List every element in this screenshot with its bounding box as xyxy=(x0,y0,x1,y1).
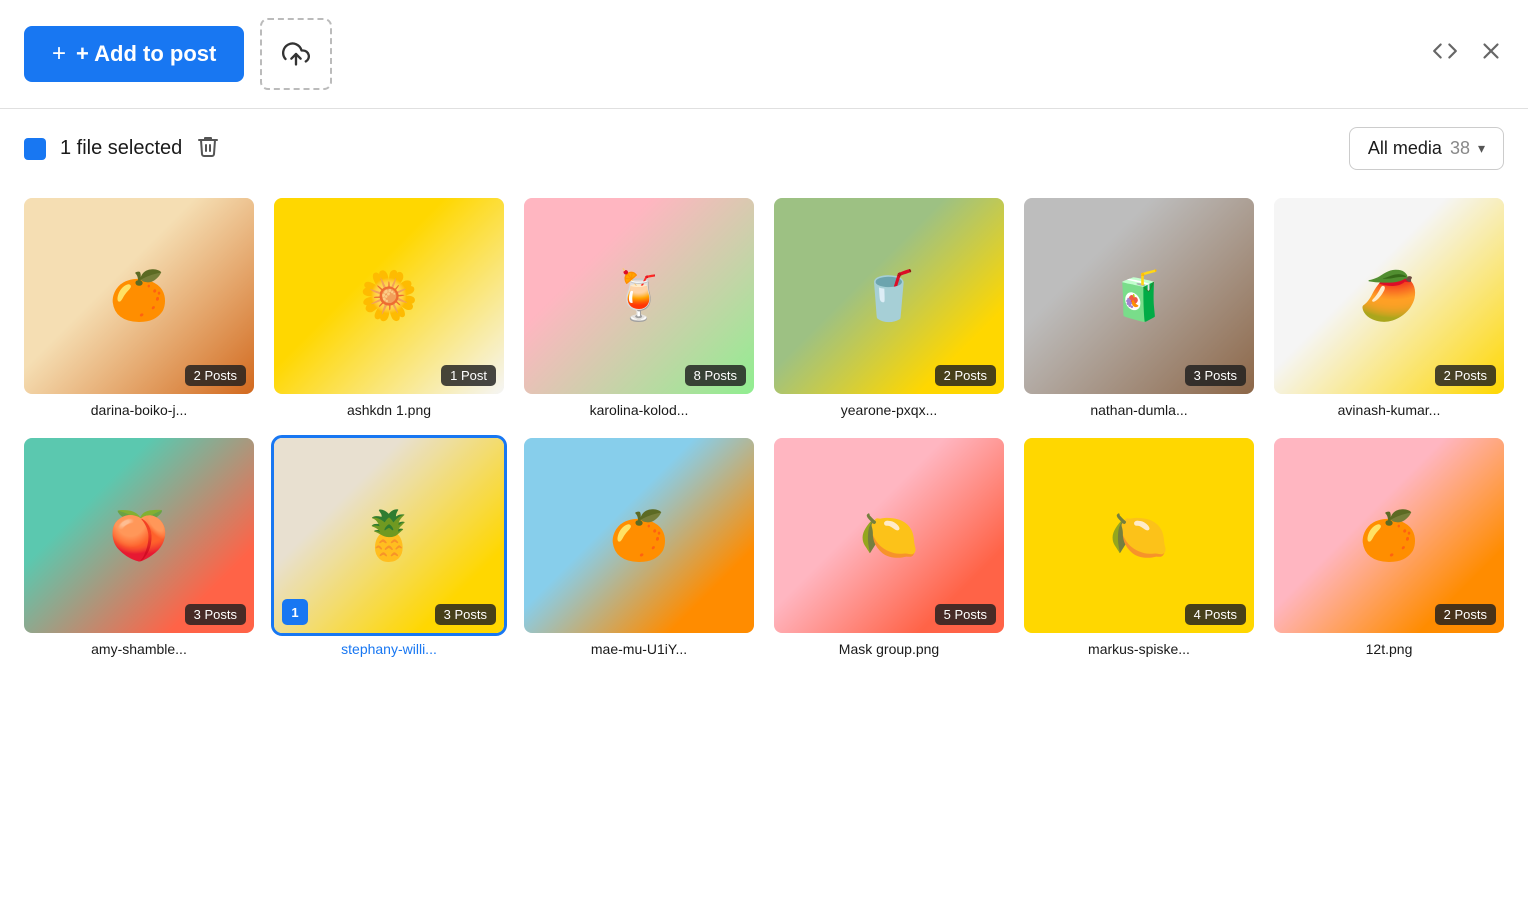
upload-button[interactable] xyxy=(260,18,332,90)
post-badge-yearone: 2 Posts xyxy=(935,365,996,386)
upload-icon xyxy=(282,40,310,68)
media-name-yearone: yearone-pxqx... xyxy=(774,402,1004,418)
thumb-image-mae: 🍊 xyxy=(524,438,754,634)
media-thumb-nathan[interactable]: 🧃3 Posts xyxy=(1024,198,1254,394)
trash-icon xyxy=(196,134,220,158)
media-dropdown[interactable]: All media 38 ▾ xyxy=(1349,127,1504,170)
media-name-mae: mae-mu-U1iY... xyxy=(524,641,754,657)
media-thumb-amy[interactable]: 🍑3 Posts xyxy=(24,438,254,634)
post-badge-mask: 5 Posts xyxy=(935,604,996,625)
media-name-nathan: nathan-dumla... xyxy=(1024,402,1254,418)
media-item-yearone[interactable]: 🥤2 Posts yearone-pxqx... xyxy=(774,198,1004,418)
close-icon xyxy=(1478,38,1504,64)
media-item-nathan[interactable]: 🧃3 Posts nathan-dumla... xyxy=(1024,198,1254,418)
media-item-avinash[interactable]: 🥭2 Posts avinash-kumar... xyxy=(1274,198,1504,418)
post-badge-karolina: 8 Posts xyxy=(685,365,746,386)
post-badge-12t: 2 Posts xyxy=(1435,604,1496,625)
header-actions xyxy=(1432,38,1504,70)
media-name-amy: amy-shamble... xyxy=(24,641,254,657)
media-thumb-12t[interactable]: 🍊2 Posts xyxy=(1274,438,1504,634)
media-name-12t: 12t.png xyxy=(1274,641,1504,657)
media-item-mae[interactable]: 🍊 mae-mu-U1iY... xyxy=(524,438,754,658)
media-thumb-avinash[interactable]: 🥭2 Posts xyxy=(1274,198,1504,394)
media-name-avinash: avinash-kumar... xyxy=(1274,402,1504,418)
media-count: 38 xyxy=(1450,138,1470,159)
media-name-darina: darina-boiko-j... xyxy=(24,402,254,418)
media-thumb-darina[interactable]: 🍊2 Posts xyxy=(24,198,254,394)
media-item-darina[interactable]: 🍊2 Posts darina-boiko-j... xyxy=(24,198,254,418)
media-name-karolina: karolina-kolod... xyxy=(524,402,754,418)
post-badge-nathan: 3 Posts xyxy=(1185,365,1246,386)
select-all-checkbox[interactable] xyxy=(24,138,46,160)
post-badge-avinash: 2 Posts xyxy=(1435,365,1496,386)
media-grid: 🍊2 Postsdarina-boiko-j...🌼1 Postashkdn 1… xyxy=(0,188,1528,681)
media-thumb-markus[interactable]: 🍋4 Posts xyxy=(1024,438,1254,634)
add-to-post-label: + Add to post xyxy=(76,41,216,67)
header: + + Add to post xyxy=(0,0,1528,109)
media-thumb-stephany[interactable]: 🍍13 Posts xyxy=(274,438,504,634)
post-badge-darina: 2 Posts xyxy=(185,365,246,386)
media-thumb-mae[interactable]: 🍊 xyxy=(524,438,754,634)
media-item-amy[interactable]: 🍑3 Posts amy-shamble... xyxy=(24,438,254,658)
media-item-mask[interactable]: 🍋5 Posts Mask group.png xyxy=(774,438,1004,658)
media-thumb-yearone[interactable]: 🥤2 Posts xyxy=(774,198,1004,394)
add-to-post-button[interactable]: + + Add to post xyxy=(24,26,244,82)
media-item-karolina[interactable]: 🍹8 Posts karolina-kolod... xyxy=(524,198,754,418)
chevron-down-icon: ▾ xyxy=(1478,140,1485,157)
media-item-stephany[interactable]: 🍍13 Postsstephany-willi... xyxy=(274,438,504,658)
media-item-markus[interactable]: 🍋4 Posts markus-spiske... xyxy=(1024,438,1254,658)
toolbar: 1 file selected All media 38 ▾ xyxy=(0,109,1528,188)
delete-button[interactable] xyxy=(196,134,220,164)
media-name-stephany: stephany-willi... xyxy=(274,641,504,657)
media-thumb-ashkdn[interactable]: 🌼1 Post xyxy=(274,198,504,394)
media-item-ashkdn[interactable]: 🌼1 Post ashkdn 1.png xyxy=(274,198,504,418)
media-name-ashkdn: ashkdn 1.png xyxy=(274,402,504,418)
media-name-mask: Mask group.png xyxy=(774,641,1004,657)
close-button[interactable] xyxy=(1478,38,1504,70)
file-selected-count: 1 file selected xyxy=(60,137,182,160)
code-icon xyxy=(1432,38,1458,64)
post-badge-ashkdn: 1 Post xyxy=(441,365,496,386)
code-button[interactable] xyxy=(1432,38,1458,70)
media-dropdown-label: All media xyxy=(1368,138,1442,159)
selection-badge-stephany: 1 xyxy=(282,599,308,625)
media-filter: All media 38 ▾ xyxy=(1349,127,1504,170)
post-badge-amy: 3 Posts xyxy=(185,604,246,625)
media-item-12t[interactable]: 🍊2 Posts 12t.png xyxy=(1274,438,1504,658)
media-thumb-mask[interactable]: 🍋5 Posts xyxy=(774,438,1004,634)
media-thumb-karolina[interactable]: 🍹8 Posts xyxy=(524,198,754,394)
post-badge-markus: 4 Posts xyxy=(1185,604,1246,625)
plus-icon: + xyxy=(52,40,66,68)
post-badge-stephany: 3 Posts xyxy=(435,604,496,625)
media-name-markus: markus-spiske... xyxy=(1024,641,1254,657)
